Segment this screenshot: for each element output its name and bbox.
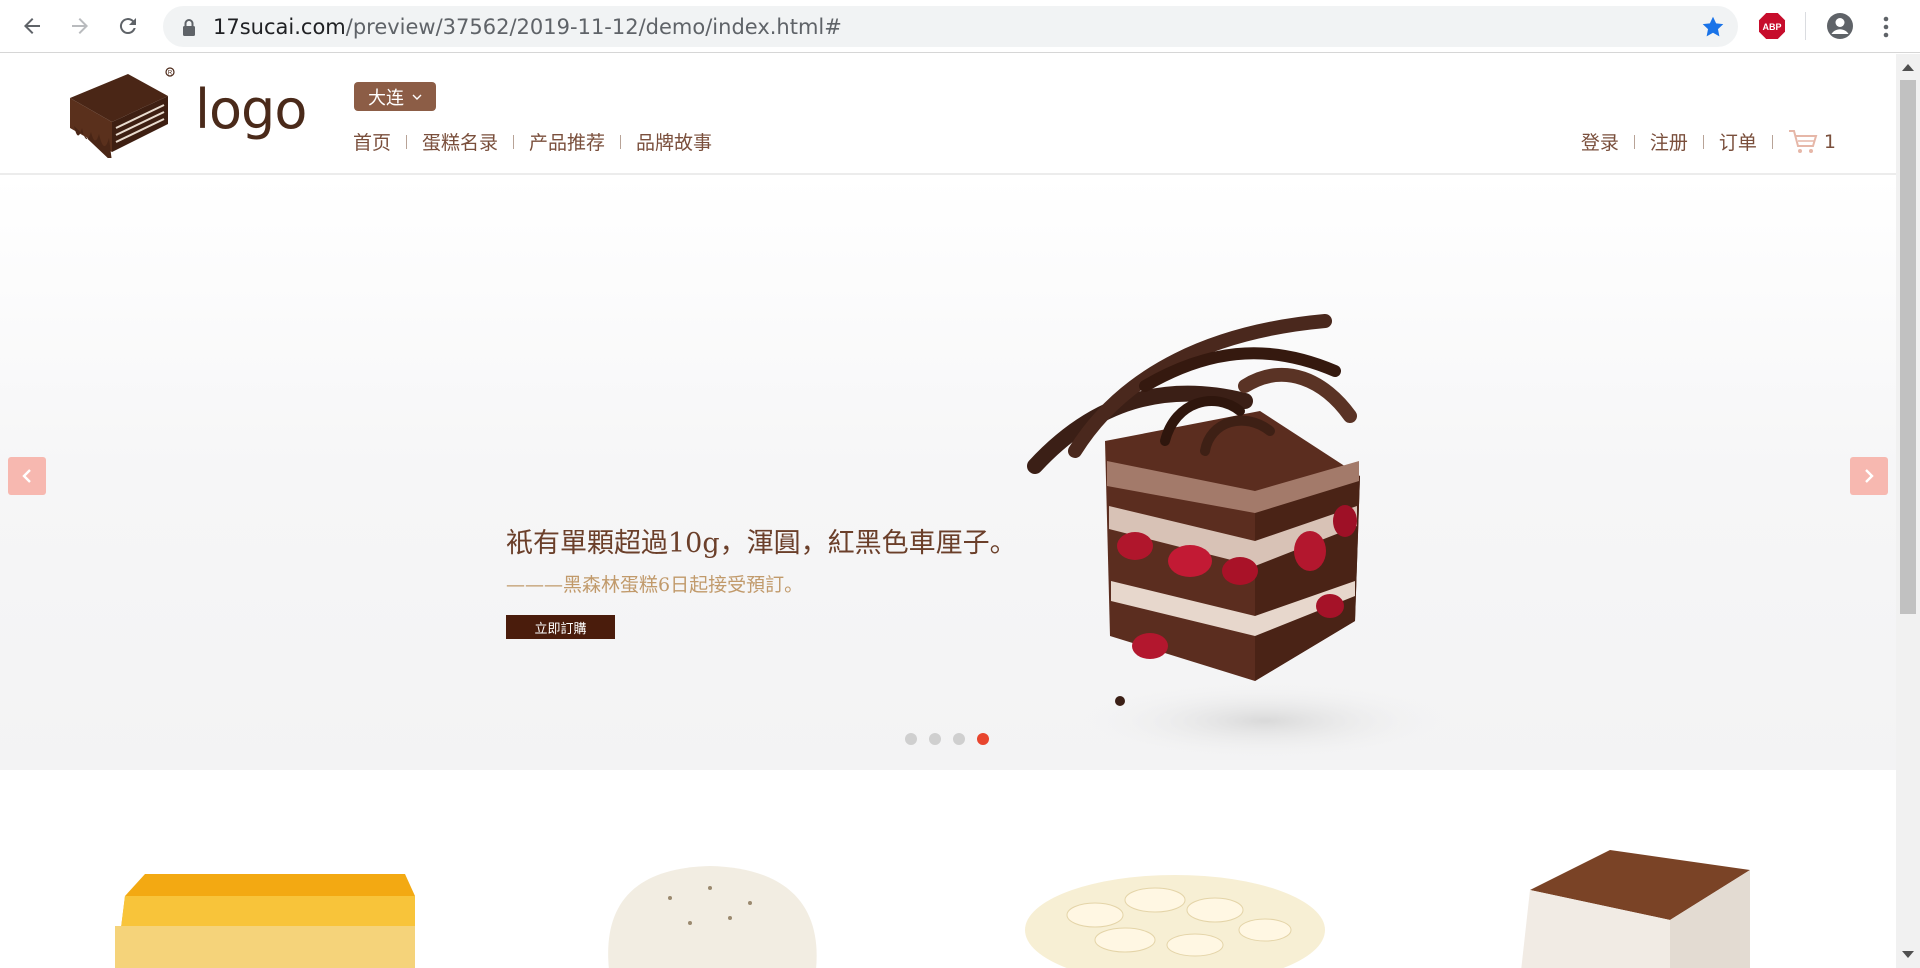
slide-dot[interactable] [953,733,965,745]
hero-slider: 衹有單顆超過10g，渾圓，紅黑色車厘子。 ———黑森林蛋糕6日起接受預訂。 立即… [0,176,1896,770]
logo-text[interactable]: logo [195,78,307,141]
hero-subtitle: ———黑森林蛋糕6日起接受預訂。 [506,574,804,596]
orders-link[interactable]: 订单 [1719,128,1757,155]
bookmark-star-icon[interactable] [1700,14,1726,40]
city-label: 大连 [368,87,404,109]
black-forest-cake-image [1027,314,1455,761]
chevron-right-icon [1865,469,1874,483]
toolbar-divider [1805,12,1806,40]
page-viewport: R logo 大连 首页 蛋糕名录 产品推荐 品牌故事 登录 注册 订单 1 衹… [0,54,1896,968]
city-select[interactable]: 大连 [354,82,436,111]
scroll-up-icon[interactable] [1902,64,1914,71]
lock-icon [183,19,195,36]
back-icon[interactable] [17,11,47,41]
nav-divider [620,134,622,149]
address-bar[interactable]: 17sucai.com/preview/37562/2019-11-12/dem… [163,6,1738,47]
nav-divider [513,134,515,149]
product-strip [0,770,1896,968]
url-text[interactable]: 17sucai.com/preview/37562/2019-11-12/dem… [213,15,842,39]
reload-icon[interactable] [113,11,143,41]
almond-cake-image[interactable] [1015,860,1335,968]
slide-dot[interactable] [905,733,917,745]
hero-title: 衹有單顆超過10g，渾圓，紅黑色車厘子。 [506,528,1017,559]
page-scrollbar[interactable] [1896,54,1920,968]
prev-slide-button[interactable] [8,457,46,495]
tiramisu-cake-image[interactable] [1510,850,1750,968]
profile-icon[interactable] [1825,11,1855,41]
slide-dot-active[interactable] [977,733,989,745]
adblock-icon[interactable]: ABP [1758,12,1786,40]
logo-icon[interactable]: R [60,66,180,158]
chevron-down-icon [412,94,422,100]
main-nav: 首页 蛋糕名录 产品推荐 品牌故事 [353,128,712,155]
user-nav: 登录 注册 订单 1 [1581,128,1836,155]
nav-home[interactable]: 首页 [353,128,391,155]
cart-icon[interactable] [1788,129,1818,155]
nav-recommended[interactable]: 产品推荐 [529,128,605,155]
nav-brand-story[interactable]: 品牌故事 [636,128,712,155]
forward-icon[interactable] [65,11,95,41]
svg-text:R: R [168,71,173,77]
order-now-button[interactable]: 立即訂購 [506,615,615,639]
site-header: R logo 大连 首页 蛋糕名录 产品推荐 品牌故事 登录 注册 订单 1 [0,54,1896,175]
mango-cake-image[interactable] [115,866,415,968]
register-link[interactable]: 注册 [1650,128,1688,155]
cream-cake-image[interactable] [590,848,830,968]
nav-divider [1702,134,1704,149]
svg-text:ABP: ABP [1762,22,1781,32]
login-link[interactable]: 登录 [1581,128,1619,155]
menu-icon[interactable] [1876,12,1896,42]
browser-toolbar: 17sucai.com/preview/37562/2019-11-12/dem… [0,0,1920,53]
nav-divider [406,134,408,149]
scroll-down-icon[interactable] [1902,951,1914,958]
nav-cake-catalog[interactable]: 蛋糕名录 [422,128,498,155]
nav-divider [1771,134,1773,149]
slide-dot[interactable] [929,733,941,745]
nav-divider [1633,134,1635,149]
scrollbar-thumb[interactable] [1900,80,1916,614]
slide-indicators [905,733,989,745]
next-slide-button[interactable] [1850,457,1888,495]
chevron-left-icon [22,469,31,483]
cart-count[interactable]: 1 [1824,131,1836,153]
